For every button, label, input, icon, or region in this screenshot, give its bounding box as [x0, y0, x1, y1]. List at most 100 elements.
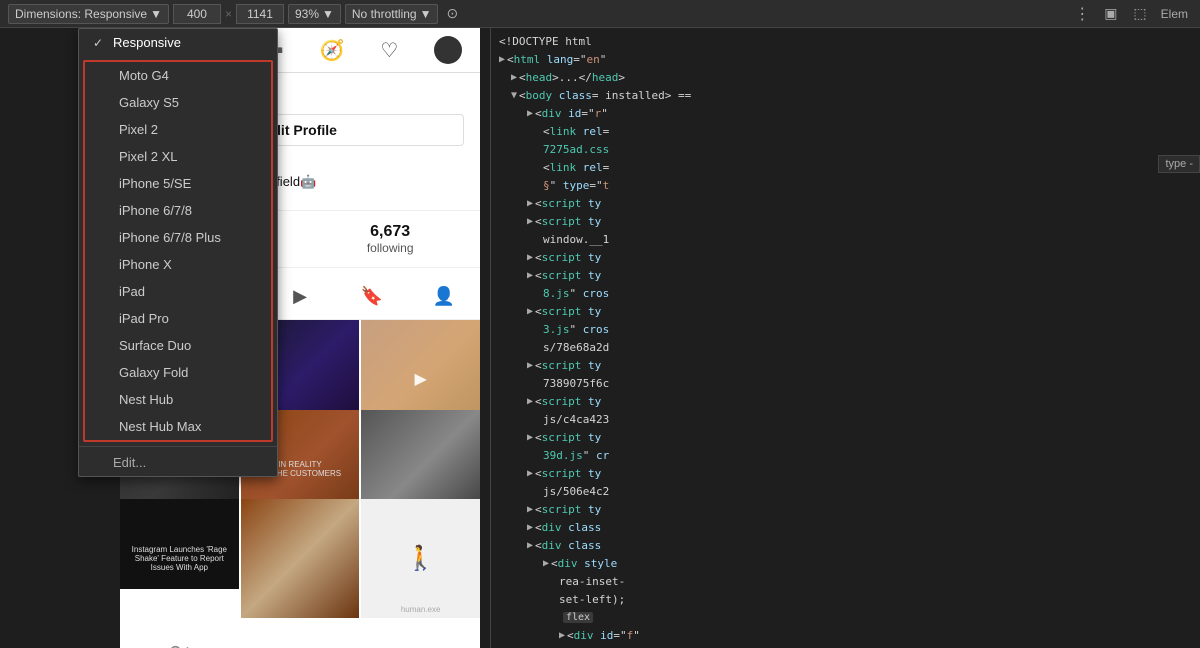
expand-arrow[interactable]: ▶	[527, 540, 533, 551]
expand-arrow[interactable]: ▶	[511, 72, 517, 83]
code-line-head: ▶ <head>...</head>	[491, 68, 1200, 86]
sensor-btn[interactable]: ⊙	[442, 4, 462, 24]
cell-human-exe-label: human.exe	[401, 605, 441, 614]
device-label-iphone-x: iPhone X	[119, 257, 172, 272]
device-label-iphone-678: iPhone 6/7/8	[119, 203, 192, 218]
ig-profile-icon[interactable]: ⏸	[434, 36, 462, 64]
device-option-galaxy-fold[interactable]: Galaxy Fold	[85, 359, 271, 386]
devtools-title: Elem	[1157, 7, 1192, 21]
code-line-div-class2: ▶ <div class	[491, 536, 1200, 554]
expand-arrow[interactable]: ▶	[527, 252, 533, 263]
device-option-ipad-pro[interactable]: iPad Pro	[85, 305, 271, 332]
device-list-box: Moto G4 Galaxy S5 Pixel 2 Pixel 2 XL iPh…	[83, 60, 273, 442]
expand-arrow[interactable]: ▶	[527, 198, 533, 209]
code-line-script3: ▶ <script ty	[491, 248, 1200, 266]
devtools-toolbar: Dimensions: Responsive ▼ × 93% ▼ No thro…	[0, 0, 1200, 28]
expand-arrow[interactable]: ▶	[527, 108, 533, 119]
cell-sperm-icon: 〜	[169, 633, 189, 648]
throttle-arrow: ▼	[420, 7, 432, 21]
device-option-iphone-5se[interactable]: iPhone 5/SE	[85, 170, 271, 197]
code-line-506e: js/506e4c2	[491, 482, 1200, 500]
code-line-script2: ▶ <script ty	[491, 212, 1200, 230]
ig-tab-tagged[interactable]: 👤	[408, 276, 480, 319]
code-line-script10: ▶ <script ty	[491, 500, 1200, 518]
device-option-moto-g4[interactable]: Moto G4	[85, 62, 271, 89]
expand-arrow[interactable]: ▶	[527, 468, 533, 479]
device-label-moto-g4: Moto G4	[119, 68, 169, 83]
device-label-surface-duo: Surface Duo	[119, 338, 191, 353]
code-line-flex: flex	[491, 608, 1200, 626]
device-label-iphone-678-plus: iPhone 6/7/8 Plus	[119, 230, 221, 245]
ig-following-count: 6,673	[367, 223, 414, 241]
expand-arrow[interactable]: ▶	[527, 432, 533, 443]
ig-grid-cell-10: 〜 human.zip	[120, 589, 239, 648]
zoom-value: 93%	[295, 7, 319, 21]
code-line-doctype: <!DOCTYPE html	[491, 32, 1200, 50]
dimensions-label: Dimensions: Responsive	[15, 7, 147, 21]
device-option-nest-hub[interactable]: Nest Hub	[85, 386, 271, 413]
code-line-html: ▶ <html lang="en"	[491, 50, 1200, 68]
device-edit-option[interactable]: Edit...	[79, 446, 277, 476]
expand-arrow[interactable]: ▶	[527, 216, 533, 227]
expand-arrow[interactable]: ▼	[511, 90, 517, 101]
device-label-pixel-2-xl: Pixel 2 XL	[119, 149, 178, 164]
expand-arrow[interactable]: ▶	[527, 306, 533, 317]
device-mode-btn[interactable]: ▣	[1098, 5, 1123, 22]
cell-play-icon: ▶	[415, 369, 427, 389]
code-line-s78: s/78e68a2d	[491, 338, 1200, 356]
expand-arrow[interactable]: ▶	[499, 54, 505, 65]
ig-following-label: following	[367, 241, 414, 255]
code-line-rea-inset: rea-inset-	[491, 572, 1200, 590]
dimensions-dropdown[interactable]: Dimensions: Responsive ▼	[8, 4, 169, 24]
code-line-css-link: 7275ad.css	[491, 140, 1200, 158]
device-option-pixel-2-xl[interactable]: Pixel 2 XL	[85, 143, 271, 170]
dock-btn[interactable]: ⬚	[1127, 5, 1152, 22]
code-panel: type - <!DOCTYPE html ▶ <html lang="en" …	[490, 28, 1200, 648]
device-label-responsive: Responsive	[113, 35, 181, 50]
device-option-responsive[interactable]: ✓ Responsive	[79, 29, 277, 56]
ig-heart-icon[interactable]: ♡	[380, 38, 398, 63]
code-line-div-class1: ▶ <div class	[491, 518, 1200, 536]
browser-preview: ✓ Responsive Moto G4 Galaxy S5 Pixel 2	[0, 28, 490, 648]
expand-arrow[interactable]: ▶	[527, 504, 533, 515]
device-option-surface-duo[interactable]: Surface Duo	[85, 332, 271, 359]
device-option-ipad[interactable]: iPad	[85, 278, 271, 305]
code-line-3js: 3.js" cros	[491, 320, 1200, 338]
device-option-nest-hub-max[interactable]: Nest Hub Max	[85, 413, 271, 440]
height-input[interactable]	[236, 4, 284, 24]
expand-arrow[interactable]: ▶	[527, 396, 533, 407]
expand-arrow[interactable]: ▶	[527, 522, 533, 533]
code-line-set-left: set-left);	[491, 590, 1200, 608]
device-option-iphone-x[interactable]: iPhone X	[85, 251, 271, 278]
expand-arrow[interactable]: ▶	[559, 630, 565, 641]
cell-instagram-label: Instagram Launches 'Rage Shake' Feature …	[120, 541, 239, 576]
ig-tab-saved[interactable]: 🔖	[336, 276, 408, 319]
size-inputs: ×	[173, 4, 284, 24]
code-line-script1: ▶ <script ty	[491, 194, 1200, 212]
expand-arrow[interactable]: ▶	[543, 558, 549, 569]
code-line-div-f: ▶ <div id="f"	[491, 626, 1200, 644]
code-line-link1: <link rel=	[491, 122, 1200, 140]
code-line-div-style: ▶ <div style	[491, 554, 1200, 572]
expand-arrow[interactable]: ▶	[527, 360, 533, 371]
code-line-script8: ▶ <script ty	[491, 428, 1200, 446]
throttle-dropdown[interactable]: No throttling ▼	[345, 4, 439, 24]
code-line-script4: ▶ <script ty	[491, 266, 1200, 284]
check-icon: ✓	[93, 36, 107, 50]
expand-arrow[interactable]: ▶	[527, 270, 533, 281]
code-line-script9: ▶ <script ty	[491, 464, 1200, 482]
device-option-pixel-2[interactable]: Pixel 2	[85, 116, 271, 143]
dimensions-arrow: ▼	[150, 7, 162, 21]
ig-explore-icon[interactable]: 🧭	[320, 38, 345, 63]
zoom-dropdown[interactable]: 93% ▼	[288, 4, 341, 24]
device-option-iphone-678-plus[interactable]: iPhone 6/7/8 Plus	[85, 224, 271, 251]
device-label-iphone-5se: iPhone 5/SE	[119, 176, 191, 191]
code-line-div-r: ▶ <div id="r"	[491, 104, 1200, 122]
device-option-galaxy-s5[interactable]: Galaxy S5	[85, 89, 271, 116]
size-separator: ×	[225, 7, 232, 21]
device-dropdown: ✓ Responsive Moto G4 Galaxy S5 Pixel 2	[78, 28, 278, 477]
device-option-iphone-678[interactable]: iPhone 6/7/8	[85, 197, 271, 224]
width-input[interactable]	[173, 4, 221, 24]
more-options-btn[interactable]: ⋮	[1070, 4, 1094, 24]
main-area: ✓ Responsive Moto G4 Galaxy S5 Pixel 2	[0, 28, 1200, 648]
